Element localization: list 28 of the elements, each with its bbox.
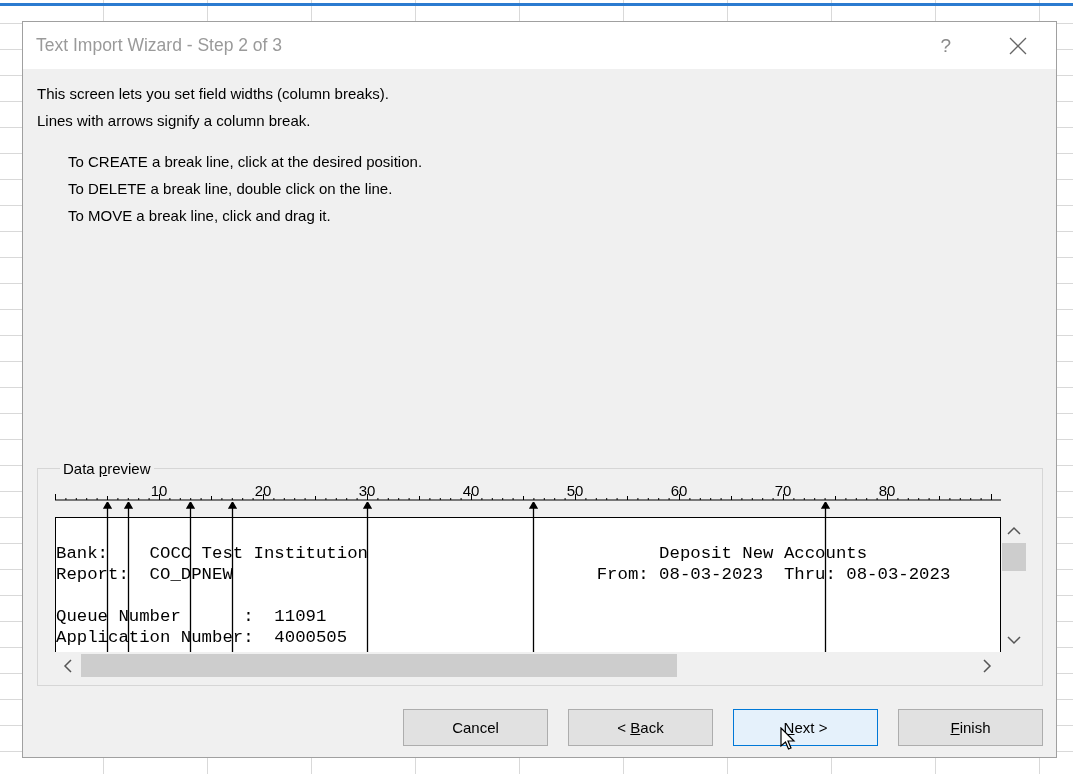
ruler-label: 40 [462,482,480,499]
ruler-label: 10 [150,482,168,499]
instruction-text: To DELETE a break line, double click on the line. [68,179,394,199]
ruler-label: 20 [254,482,272,499]
help-button[interactable]: ? [940,34,951,57]
scroll-up-icon[interactable] [1007,526,1021,535]
dialog-button[interactable]: Finish [898,709,1043,746]
ruler-label: 50 [566,482,584,499]
window-title: Text Import Wizard - Step 2 of 3 [36,35,284,56]
instruction-text: This screen lets you set field widths (column breaks). [37,84,390,104]
instruction-text: To CREATE a break line, click at the desired position. [68,152,424,172]
dialog-button[interactable]: Next > [733,709,878,746]
scroll-down-icon[interactable] [1007,636,1021,645]
group-label: Data preview [62,460,152,477]
close-button[interactable] [1009,36,1027,55]
instruction-text: To MOVE a break line, click and drag it. [68,206,332,226]
ruler-label: 30 [358,482,376,499]
instruction-text: Lines with arrows signify a column break. [37,111,312,131]
ruler-label: 70 [774,482,792,499]
column-break-line[interactable] [529,502,539,652]
scroll-right-icon[interactable] [983,658,992,673]
ruler-label: 80 [878,482,896,499]
dialog-button[interactable]: < Back [568,709,713,746]
scroll-thumb[interactable] [81,654,677,677]
scroll-thumb[interactable] [1002,543,1026,571]
scroll-left-icon[interactable] [63,658,72,673]
dialog-button[interactable]: Cancel [403,709,548,746]
ruler-label: 60 [670,482,688,499]
